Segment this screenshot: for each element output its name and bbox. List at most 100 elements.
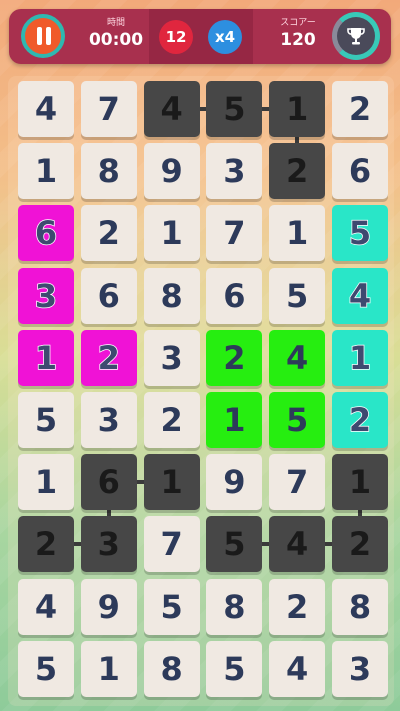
tile-number: 4	[286, 525, 309, 564]
tile-r7-c4[interactable]: 4	[269, 516, 326, 573]
tile-r4-c2[interactable]: 3	[143, 329, 200, 386]
tile-r9-c4[interactable]: 4	[269, 640, 326, 697]
tile-number: 8	[348, 587, 372, 626]
tile-number: 7	[160, 525, 183, 564]
tile-number: 6	[223, 276, 246, 315]
tile-number: 2	[34, 525, 58, 564]
tile-number: 3	[97, 401, 120, 439]
tile-r9-c5[interactable]: 3	[332, 640, 388, 697]
tile-number: 4	[286, 338, 309, 377]
tile-r8-c1[interactable]: 9	[80, 578, 137, 635]
tile-r6-c1[interactable]: 6	[80, 454, 137, 511]
tile-r9-c0[interactable]: 5	[18, 640, 74, 697]
tile-r8-c5[interactable]: 8	[332, 578, 388, 635]
tile-number: 6	[34, 214, 58, 254]
tile-number: 1	[97, 649, 120, 688]
tile-r4-c1[interactable]: 2	[80, 329, 137, 386]
tile-r1-c3[interactable]: 3	[206, 143, 263, 200]
tile-r3-c4[interactable]: 5	[269, 267, 326, 324]
tile-r6-c2[interactable]: 1	[143, 454, 200, 511]
tile-number: 1	[223, 401, 246, 439]
tile-r0-c2[interactable]: 4	[143, 81, 200, 137]
tile-number: 3	[348, 649, 372, 688]
tile-r9-c2[interactable]: 8	[143, 640, 200, 697]
score-label: スコアー	[280, 18, 316, 28]
tile-r2-c5[interactable]: 5	[332, 205, 388, 262]
tile-number: 5	[160, 587, 183, 626]
tile-number: 7	[97, 90, 120, 128]
tile-r2-c3[interactable]: 7	[206, 205, 263, 262]
tile-number: 1	[286, 90, 309, 128]
tile-r4-c5[interactable]: 1	[332, 329, 388, 386]
tile-number: 8	[223, 587, 246, 626]
tile-number: 6	[348, 152, 372, 191]
tile-r1-c5[interactable]: 6	[332, 143, 388, 200]
tile-r2-c0[interactable]: 6	[18, 205, 74, 262]
tile-r6-c0[interactable]: 1	[18, 454, 74, 511]
tile-r0-c3[interactable]: 5	[206, 81, 263, 137]
tile-r5-c1[interactable]: 3	[80, 392, 137, 448]
tile-r7-c5[interactable]: 2	[332, 516, 388, 573]
tile-r8-c2[interactable]: 5	[143, 578, 200, 635]
tile-r0-c4[interactable]: 1	[269, 81, 326, 137]
tile-r2-c2[interactable]: 1	[143, 205, 200, 262]
score-value: 120	[280, 30, 316, 50]
tile-r3-c2[interactable]: 8	[143, 267, 200, 324]
tile-number: 4	[286, 649, 309, 688]
tile-r0-c1[interactable]: 7	[80, 81, 137, 137]
tile-r0-c5[interactable]: 2	[332, 81, 388, 137]
tile-r7-c1[interactable]: 3	[80, 516, 137, 573]
tile-r4-c0[interactable]: 1	[18, 329, 74, 386]
tile-number: 8	[160, 276, 183, 315]
tile-r8-c0[interactable]: 4	[18, 578, 74, 635]
trophy-button[interactable]	[332, 12, 380, 60]
tile-number: 5	[34, 649, 58, 688]
tile-number: 1	[348, 338, 372, 378]
tile-r4-c3[interactable]: 2	[206, 329, 263, 386]
tile-number: 1	[286, 214, 309, 253]
tile-number: 5	[348, 214, 372, 254]
tile-r3-c1[interactable]: 6	[80, 267, 137, 324]
tile-r5-c0[interactable]: 5	[18, 392, 74, 448]
tile-number: 6	[97, 463, 120, 502]
pause-button[interactable]	[21, 14, 65, 58]
tile-r2-c4[interactable]: 1	[269, 205, 326, 262]
tile-r7-c2[interactable]: 7	[143, 516, 200, 573]
tile-r5-c5[interactable]: 2	[332, 392, 388, 448]
tile-r3-c0[interactable]: 3	[18, 267, 74, 324]
tile-r8-c4[interactable]: 2	[269, 578, 326, 635]
tile-r4-c4[interactable]: 4	[269, 329, 326, 386]
tile-r9-c1[interactable]: 1	[80, 640, 137, 697]
tile-number: 7	[286, 463, 309, 502]
tile-number: 2	[160, 401, 183, 439]
tile-r3-c5[interactable]: 4	[332, 267, 388, 324]
tile-r6-c4[interactable]: 7	[269, 454, 326, 511]
tile-r1-c1[interactable]: 8	[80, 143, 137, 200]
tile-r3-c3[interactable]: 6	[206, 267, 263, 324]
tile-number: 1	[160, 214, 183, 253]
tile-number: 5	[34, 401, 58, 439]
tile-number: 5	[223, 525, 246, 564]
tile-r7-c0[interactable]: 2	[18, 516, 74, 573]
tile-r5-c4[interactable]: 5	[269, 392, 326, 448]
game-board: 4745121893266217153686541232415321521619…	[8, 76, 394, 706]
tile-number: 2	[348, 90, 372, 128]
tile-number: 2	[97, 214, 120, 253]
tile-r0-c0[interactable]: 4	[18, 81, 74, 137]
tile-r2-c1[interactable]: 2	[80, 205, 137, 262]
tile-r1-c4[interactable]: 2	[269, 143, 326, 200]
tile-r5-c3[interactable]: 1	[206, 392, 263, 448]
tile-r9-c3[interactable]: 5	[206, 640, 263, 697]
tile-r7-c3[interactable]: 5	[206, 516, 263, 573]
tile-r5-c2[interactable]: 2	[143, 392, 200, 448]
tile-number: 5	[286, 276, 309, 315]
tile-number: 5	[223, 649, 246, 688]
tile-r8-c3[interactable]: 8	[206, 578, 263, 635]
tile-number: 8	[160, 649, 183, 688]
time-value: 00:00	[88, 30, 144, 50]
tile-r1-c0[interactable]: 1	[18, 143, 74, 200]
tile-number: 9	[160, 152, 183, 191]
tile-r6-c5[interactable]: 1	[332, 454, 388, 511]
tile-r1-c2[interactable]: 9	[143, 143, 200, 200]
tile-r6-c3[interactable]: 9	[206, 454, 263, 511]
